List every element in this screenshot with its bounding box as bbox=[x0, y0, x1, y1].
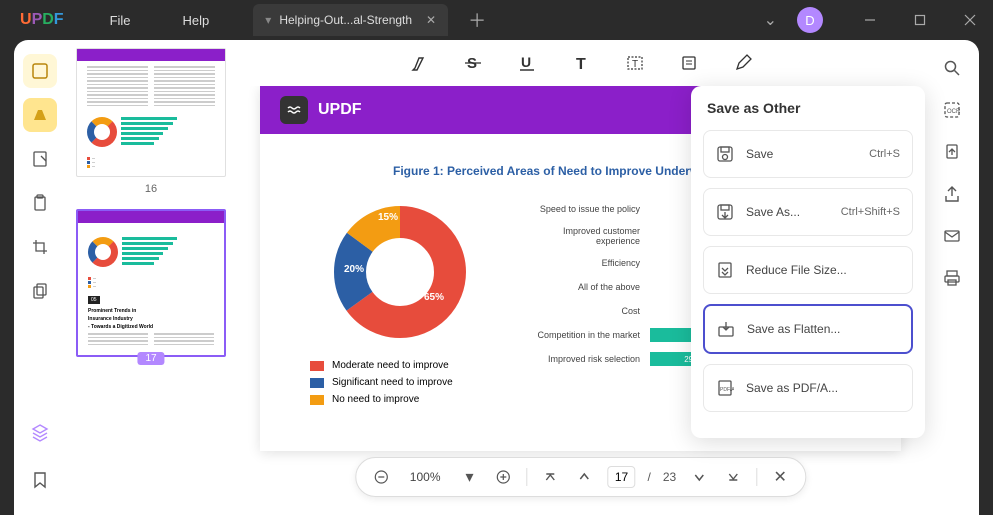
edit-tool[interactable] bbox=[23, 142, 57, 176]
close-button[interactable] bbox=[947, 0, 993, 40]
left-toolbar bbox=[14, 40, 66, 515]
layers-tool[interactable] bbox=[23, 415, 57, 449]
donut-20-label: 20% bbox=[344, 264, 364, 275]
donut-chart: 65% 20% 15% bbox=[330, 202, 470, 342]
svg-text:U: U bbox=[521, 54, 531, 70]
chart-legend: Moderate need to improve Significant nee… bbox=[310, 360, 490, 405]
thumb-16-label: 16 bbox=[76, 183, 226, 195]
export-icon[interactable] bbox=[938, 138, 966, 166]
share-icon[interactable] bbox=[938, 180, 966, 208]
save-as-pdfa-button[interactable]: PDF/A Save as PDF/A... bbox=[703, 364, 913, 412]
save-as-button[interactable]: Save As... Ctrl+Shift+S bbox=[703, 188, 913, 236]
textbox-icon[interactable]: T bbox=[623, 51, 647, 75]
new-tab-button[interactable]: ＋ bbox=[468, 7, 486, 33]
highlight-tool[interactable] bbox=[23, 98, 57, 132]
menu-help[interactable]: Help bbox=[157, 13, 236, 28]
next-page-button[interactable] bbox=[688, 471, 710, 483]
maximize-button[interactable] bbox=[897, 0, 943, 40]
page-sep: / bbox=[648, 470, 651, 484]
doc-brand: UPDF bbox=[318, 101, 362, 119]
save-button[interactable]: Save Ctrl+S bbox=[703, 130, 913, 178]
donut-15-label: 15% bbox=[378, 212, 398, 223]
menu-file[interactable]: File bbox=[84, 13, 157, 28]
clipboard-tool[interactable] bbox=[23, 186, 57, 220]
tab-title: Helping-Out...al-Strength bbox=[279, 13, 412, 27]
save-as-flatten-button[interactable]: Save as Flatten... bbox=[703, 304, 913, 354]
mail-icon[interactable] bbox=[938, 222, 966, 250]
tab-dropdown-icon[interactable]: ▾ bbox=[265, 13, 271, 27]
save-panel-title: Save as Other bbox=[703, 100, 913, 116]
close-toolbar-button[interactable]: ✕ bbox=[769, 467, 791, 487]
thumbnails-tool[interactable] bbox=[23, 54, 57, 88]
svg-text:PDF/A: PDF/A bbox=[720, 387, 734, 393]
underline-icon[interactable]: U bbox=[515, 51, 539, 75]
saveas-shortcut: Ctrl+Shift+S bbox=[841, 206, 900, 218]
save-as-other-panel: Save as Other Save Ctrl+S Save As... Ctr… bbox=[691, 86, 925, 438]
app-logo: UPDF bbox=[0, 11, 84, 29]
right-toolbar: OCR bbox=[925, 40, 979, 515]
print-icon[interactable] bbox=[938, 264, 966, 292]
last-page-button[interactable] bbox=[722, 470, 744, 484]
text-icon[interactable]: T bbox=[569, 51, 593, 75]
zoom-out-button[interactable] bbox=[370, 469, 392, 485]
strikethrough-icon[interactable]: S bbox=[461, 51, 485, 75]
pages-tool[interactable] bbox=[23, 274, 57, 308]
svg-text:T: T bbox=[576, 56, 586, 72]
reduce-file-size-button[interactable]: Reduce File Size... bbox=[703, 246, 913, 294]
annotation-toolbar: S U T T bbox=[236, 40, 925, 86]
highlighter-icon[interactable] bbox=[407, 51, 431, 75]
thumbnail-page-17[interactable]: ——— 05 Prominent Trends in Insurance Ind… bbox=[76, 209, 226, 357]
first-page-button[interactable] bbox=[540, 470, 562, 484]
page-total: 23 bbox=[663, 470, 676, 484]
pencil-icon[interactable] bbox=[731, 51, 755, 75]
doc-logo-icon bbox=[280, 96, 308, 124]
tab-close-icon[interactable]: ✕ bbox=[426, 13, 436, 27]
current-page-badge: 17 bbox=[137, 352, 164, 365]
svg-text:OCR: OCR bbox=[947, 109, 961, 115]
user-avatar[interactable]: D bbox=[797, 7, 823, 33]
bottom-toolbar: 100% ▾ / 23 ✕ bbox=[355, 457, 806, 497]
zoom-in-button[interactable] bbox=[493, 469, 515, 485]
page-input[interactable] bbox=[608, 466, 636, 488]
document-tab[interactable]: ▾ Helping-Out...al-Strength ✕ bbox=[253, 4, 448, 36]
bookmark-tool[interactable] bbox=[23, 463, 57, 497]
save-shortcut: Ctrl+S bbox=[869, 148, 900, 160]
svg-text:T: T bbox=[632, 59, 638, 70]
donut-65-label: 65% bbox=[424, 292, 444, 303]
zoom-dropdown-icon[interactable]: ▾ bbox=[459, 467, 481, 487]
titlebar: UPDF File Help ▾ Helping-Out...al-Streng… bbox=[0, 0, 993, 40]
ocr-icon[interactable]: OCR bbox=[938, 96, 966, 124]
thumbnail-page-16[interactable]: ——— bbox=[76, 48, 226, 177]
zoom-value: 100% bbox=[404, 470, 447, 484]
titlebar-chevron-icon[interactable]: ⌄ bbox=[748, 10, 793, 30]
minimize-button[interactable] bbox=[847, 0, 893, 40]
note-icon[interactable] bbox=[677, 51, 701, 75]
thumbnail-panel: ——— 16 ——— 05 Prominent Trends in Insura… bbox=[66, 40, 236, 515]
search-icon[interactable] bbox=[938, 54, 966, 82]
crop-tool[interactable] bbox=[23, 230, 57, 264]
prev-page-button[interactable] bbox=[574, 471, 596, 483]
